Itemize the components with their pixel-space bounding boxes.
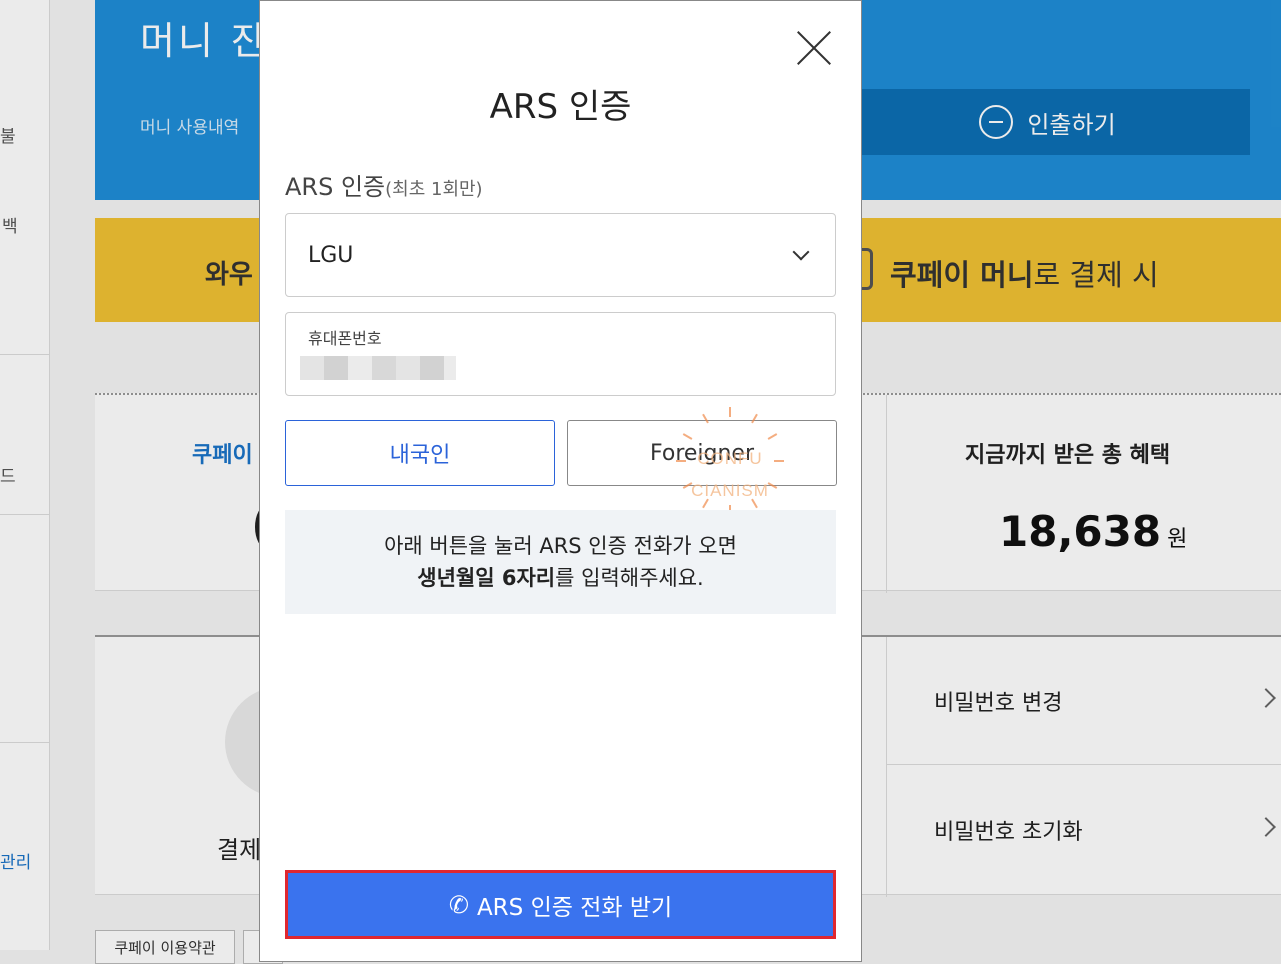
foreigner-button[interactable]: Foreigner <box>567 420 837 486</box>
ars-call-button[interactable]: ✆ ARS 인증 전화 받기 <box>285 870 836 939</box>
ars-field-label-sub: (최초 1회만) <box>385 179 483 200</box>
domestic-button[interactable]: 내국인 <box>285 420 555 486</box>
info-line-1: 아래 버튼을 눌러 ARS 인증 전화가 오면 <box>384 534 737 558</box>
carrier-value: LGU <box>308 242 354 268</box>
ars-auth-modal: ARS 인증 ARS 인증(최초 1회만) LGU 휴대폰번호 내국인 Fore… <box>259 0 862 962</box>
info-line-2-bold: 생년월일 6자리 <box>417 566 556 590</box>
watermark-ray <box>751 498 758 509</box>
phone-number-label: 휴대폰번호 <box>308 329 382 348</box>
phone-number-value-blurred[interactable] <box>300 356 456 380</box>
watermark-ray <box>702 498 709 509</box>
modal-title: ARS 인증 <box>489 87 632 127</box>
phone-number-field[interactable]: 휴대폰번호 <box>285 312 836 396</box>
ars-field-label-main: ARS 인증 <box>285 173 386 201</box>
info-line-2-rest: 를 입력해주세요. <box>555 566 704 590</box>
carrier-select[interactable]: LGU <box>285 213 836 297</box>
ars-info-box: 아래 버튼을 눌러 ARS 인증 전화가 오면 생년월일 6자리를 입력해주세요… <box>285 510 836 614</box>
close-icon[interactable] <box>795 29 833 67</box>
ars-call-label: ARS 인증 전화 받기 <box>476 894 673 921</box>
watermark-ray <box>729 407 731 417</box>
info-line-2: 생년월일 6자리를 입력해주세요. <box>417 562 703 594</box>
phone-icon: ✆ <box>448 890 469 919</box>
chevron-down-icon <box>792 243 810 261</box>
ars-field-label: ARS 인증(최초 1회만) <box>285 167 483 202</box>
